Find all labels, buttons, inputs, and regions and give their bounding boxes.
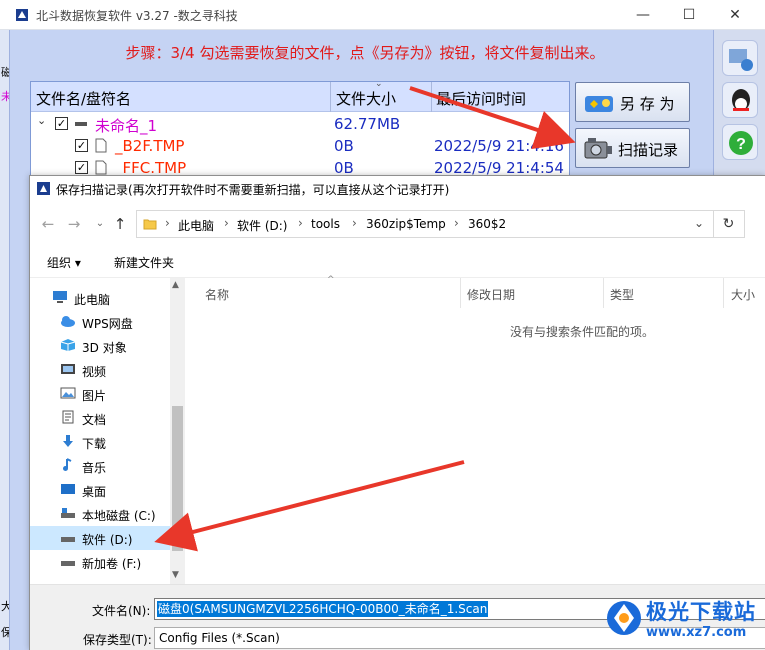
arrow-to-scan-record (409, 86, 576, 149)
watermark-url: www.xz7.com (646, 625, 747, 640)
annotation-arrows (154, 86, 576, 552)
watermark-logo-icon (607, 601, 641, 635)
watermark-title: 极光下载站 (646, 600, 756, 624)
site-watermark: 极光下载站 www.xz7.com (602, 590, 762, 648)
arrow-to-drive-d (154, 460, 465, 552)
